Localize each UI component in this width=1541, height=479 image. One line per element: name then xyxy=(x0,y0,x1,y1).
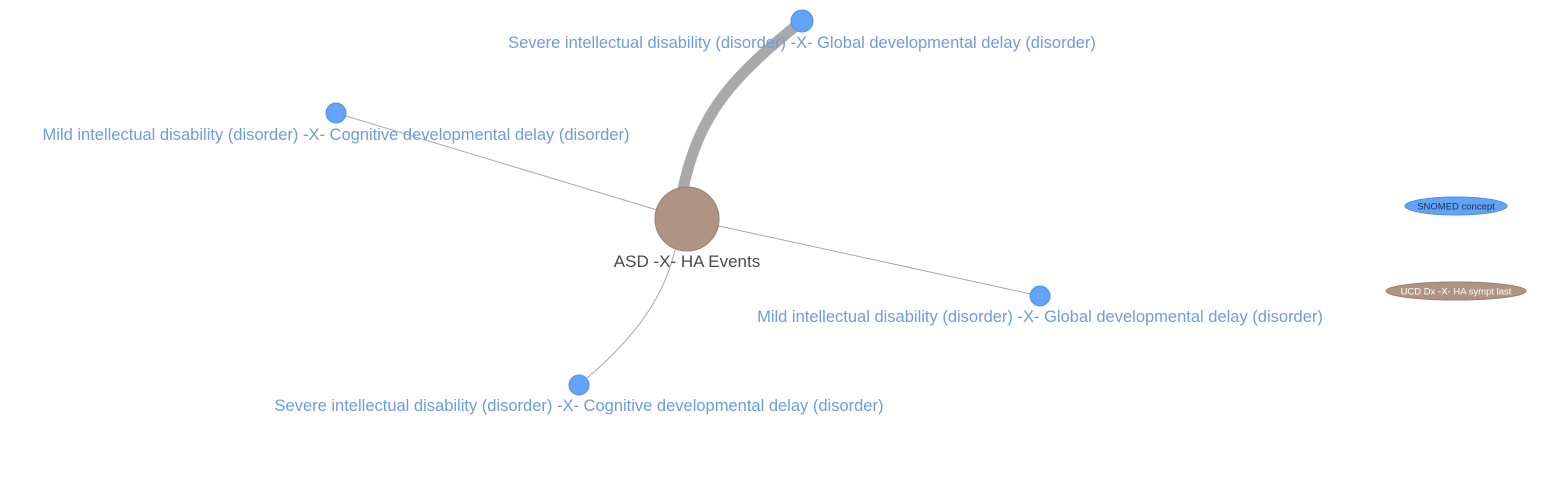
node-mild-cognitive[interactable]: Mild intellectual disability (disorder) … xyxy=(43,102,630,144)
node-label: Severe intellectual disability (disorder… xyxy=(508,34,1096,52)
node-label: Severe intellectual disability (disorder… xyxy=(275,397,884,415)
legend-item-snomed: SNOMED concept xyxy=(1404,196,1508,216)
legend-label-snomed: SNOMED concept xyxy=(1417,202,1495,213)
node-severe-cognitive[interactable]: Severe intellectual disability (disorder… xyxy=(275,374,884,415)
network-graph: ASD -X- HA Events Severe intellectual di… xyxy=(43,9,1527,415)
legend: SNOMED concept UCD Dx -X- HA sympt last xyxy=(1385,196,1527,301)
node-circle[interactable] xyxy=(1029,285,1051,307)
node-circle[interactable] xyxy=(790,9,814,33)
node-label: Mild intellectual disability (disorder) … xyxy=(43,126,630,144)
legend-item-ucd: UCD Dx -X- HA sympt last xyxy=(1385,281,1527,301)
node-mild-global[interactable]: Mild intellectual disability (disorder) … xyxy=(757,285,1323,326)
node-severe-global[interactable]: Severe intellectual disability (disorder… xyxy=(508,9,1096,52)
center-node-group[interactable]: ASD -X- HA Events xyxy=(614,186,760,271)
node-circle[interactable] xyxy=(568,374,590,396)
center-node-label: ASD -X- HA Events xyxy=(614,252,760,271)
legend-label-ucd: UCD Dx -X- HA sympt last xyxy=(1401,287,1512,298)
node-label: Mild intellectual disability (disorder) … xyxy=(757,308,1323,326)
center-node[interactable] xyxy=(654,186,720,252)
node-circle[interactable] xyxy=(325,102,347,124)
